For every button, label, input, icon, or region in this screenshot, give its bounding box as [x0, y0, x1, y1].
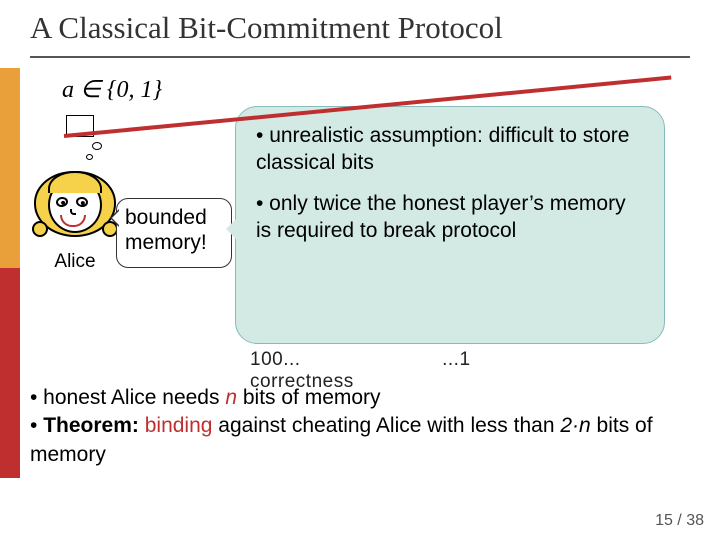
- bottom-bullets: • honest Alice needs n bits of memory • …: [30, 384, 690, 469]
- callout-critique: • unrealistic assumption: difficult to s…: [235, 106, 665, 344]
- slide-title: A Classical Bit-Commitment Protocol: [30, 10, 503, 46]
- theorem-label: Theorem:: [43, 414, 139, 437]
- text: • honest Alice needs: [30, 386, 225, 409]
- slide: A Classical Bit-Commitment Protocol a ∈ …: [0, 0, 720, 540]
- callout-mem-line1: bounded: [125, 206, 207, 229]
- text: bits of memory: [237, 386, 381, 409]
- bullet-honest-alice: • honest Alice needs n bits of memory: [30, 384, 690, 412]
- page-sep: /: [673, 512, 686, 529]
- text: •: [30, 414, 43, 437]
- page-number: 15 / 38: [655, 512, 704, 530]
- fragment-mid: ...1: [442, 349, 470, 370]
- title-rule: [30, 56, 690, 58]
- alice-label: Alice: [30, 251, 120, 273]
- var-n: n: [225, 386, 237, 409]
- text: •: [256, 124, 269, 147]
- critique-point-2: • only twice the honest player’s memory …: [256, 191, 646, 245]
- emph-unrealistic: unrealistic: [269, 124, 364, 147]
- bullet-theorem: • Theorem: binding against cheating Alic…: [30, 412, 690, 469]
- formula-a-in-01: a ∈ {0, 1}: [62, 75, 162, 104]
- critique-point-1: • unrealistic assumption: difficult to s…: [256, 123, 646, 177]
- page-total: 38: [686, 512, 704, 529]
- thought-bubble-icon: [86, 154, 93, 160]
- page-current: 15: [655, 512, 673, 529]
- left-stripe-red: [0, 268, 20, 478]
- var-2n: 2·n: [560, 414, 590, 437]
- formula-text: a ∈ {0, 1}: [62, 77, 162, 103]
- text: against cheating Alice with less than: [212, 414, 560, 437]
- fragment-left: 100...: [250, 349, 301, 370]
- left-stripe-orange: [0, 68, 20, 268]
- alice-face-icon: [38, 165, 112, 245]
- callout-mem-line2: memory!: [125, 231, 207, 254]
- binding-word: binding: [145, 414, 213, 437]
- thought-bubble-icon: [92, 142, 102, 150]
- emph-twice: twice: [314, 192, 362, 215]
- text: • only: [256, 192, 314, 215]
